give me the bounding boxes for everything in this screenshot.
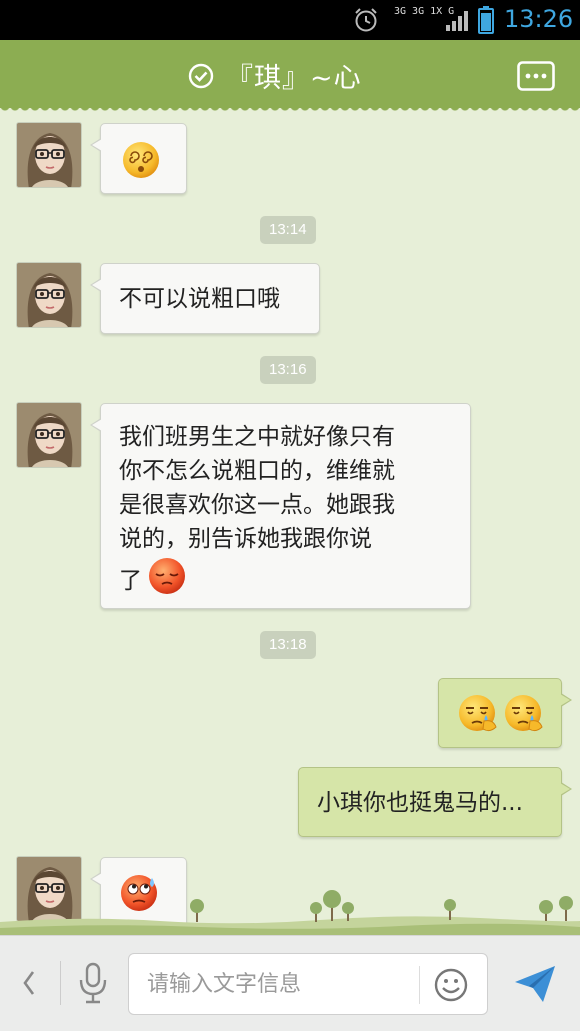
timestamp: 13:18 [260,631,316,659]
avatar-image [17,263,82,328]
check-circle-icon [188,63,214,89]
blushing-face-emoji [149,558,185,594]
divider [60,961,61,1005]
message-text: 我们班男生之中就好像只有 你不怎么说粗口的，维维就 是很喜欢你这一点。她跟我 说… [119,420,459,596]
alarm-icon [355,8,377,32]
contact-avatar[interactable] [16,262,82,328]
message-line: 是很喜欢你这一点。她跟我 [119,492,395,518]
status-bar: 3G 3G 1X G 13:26 [0,0,580,40]
message-line: 我们班男生之中就好像只有 [119,424,395,450]
smiley-icon[interactable] [433,967,469,1003]
status-time: 13:26 [504,5,574,33]
avatar-image [17,403,82,468]
divider [419,966,420,1004]
wiping-tears-face-emoji [505,695,543,732]
message-text: 小琪你也挺鬼马的... [317,790,523,816]
message-text: 不可以说粗口哦 [119,286,280,312]
more-icon[interactable] [517,61,555,91]
message-line: 了 [119,568,142,594]
timestamp: 13:16 [260,356,316,384]
landscape-decoration [0,890,580,935]
dizzy-face-emoji [123,142,159,178]
contact-avatar[interactable] [16,122,82,188]
outgoing-message-bubble[interactable] [438,678,572,748]
outgoing-message-bubble[interactable]: 小琪你也挺鬼马的... [298,767,572,837]
avatar-image [17,123,82,188]
message-input-field[interactable] [128,953,488,1015]
message-line: 你不怎么说粗口的，维维就 [119,458,395,484]
back-arrow-icon[interactable] [20,968,38,998]
contact-avatar[interactable] [16,402,82,468]
message-line: 说的，别告诉她我跟你说 [119,526,372,552]
timestamp: 13:14 [260,216,316,244]
message-input[interactable] [147,968,407,1000]
microphone-icon[interactable] [78,962,108,1004]
header-scallop-edge [0,106,580,114]
chat-header: 『琪』~心 [0,40,580,114]
battery-icon [478,6,494,34]
incoming-message-bubble[interactable]: 我们班男生之中就好像只有 你不怎么说粗口的，维维就 是很喜欢你这一点。她跟我 说… [90,403,471,609]
chat-title: 『琪』~心 [226,63,362,94]
message-input-bar [0,935,580,1031]
incoming-message-bubble[interactable]: 不可以说粗口哦 [90,263,320,334]
send-icon[interactable] [513,964,557,1004]
signal-icon [446,11,468,31]
wiping-tears-face-emoji [459,695,497,732]
incoming-message-bubble[interactable] [90,123,187,194]
